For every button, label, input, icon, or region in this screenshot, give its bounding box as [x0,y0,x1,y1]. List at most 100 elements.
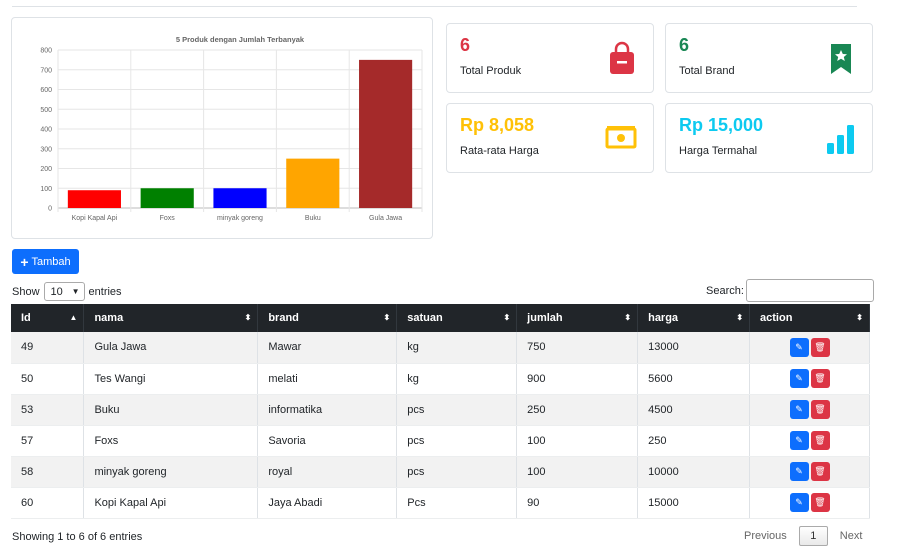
entries-label: entries [88,285,122,298]
table-cell-satuan: pcs [396,425,518,457]
table-cell-jumlah: 100 [516,425,639,457]
table-cell-satuan: pcs [396,394,518,426]
next-button[interactable]: Next [840,530,863,542]
edit-button[interactable]: ✎ [789,400,809,419]
table-header-row: Id ▲ nama ⬍ brand ⬍ satuan ⬍ jumlah ⬍ harga ⬍ … [11,304,870,332]
y-tick-label: 600 [40,87,52,94]
edit-button[interactable]: ✎ [789,369,809,388]
y-tick-label: 300 [40,146,52,153]
edit-icon: ✎ [795,435,803,445]
sort-icon: ⬍ [383,313,391,322]
table-cell-brand: royal [257,456,398,488]
column-header-label: nama [94,312,124,324]
column-header-action[interactable]: action ⬍ [749,304,870,332]
table-cell-action: ✎ 🗑 [749,394,870,426]
table-cell-Id: 49 [11,332,85,364]
search-label: Search: [706,284,744,297]
table-cell-satuan: kg [396,363,518,395]
table-row: 57 Foxs Savoria pcs 100 250 ✎ 🗑 [11,425,870,457]
search-control: Search: [706,279,874,302]
column-header-jumlah[interactable]: jumlah ⬍ [516,304,639,332]
table-cell-nama: Foxs [83,425,259,457]
delete-button[interactable]: 🗑 [810,369,830,388]
delete-button[interactable]: 🗑 [810,400,830,419]
stat-value: 6 [460,35,471,55]
table-cell-jumlah: 750 [516,332,639,364]
table-cell-action: ✎ 🗑 [749,487,870,519]
products-table: Id ▲ nama ⬍ brand ⬍ satuan ⬍ jumlah ⬍ harga ⬍ … [11,304,870,519]
delete-button[interactable]: 🗑 [810,493,830,512]
pagination: Previous 1 Next [744,526,862,546]
table-info: Showing 1 to 6 of 6 entries [12,531,143,543]
edit-button[interactable]: ✎ [789,493,809,512]
delete-button[interactable]: 🗑 [810,431,830,450]
delete-button[interactable]: 🗑 [810,462,830,481]
column-header-label: brand [268,312,299,324]
entries-select[interactable]: 10 ▼ [43,282,85,301]
table-cell-harga: 10000 [637,456,751,488]
show-label: Show [12,285,40,298]
plus-icon: + [20,253,29,270]
table-cell-action: ✎ 🗑 [749,456,870,488]
chevron-down-icon: ▼ [71,287,80,296]
bar-chart-icon [827,125,854,154]
stat-card-rata-rata-harga: Rp 8,058 Rata-rata Harga [446,103,654,173]
delete-button[interactable]: 🗑 [810,337,830,357]
y-tick-label: 800 [40,48,52,55]
y-tick-label: 500 [40,107,52,114]
bar-buku [286,158,340,208]
table-cell-jumlah: 900 [516,363,639,395]
edit-icon: ✎ [795,341,803,352]
shopping-bag-icon [610,41,634,74]
table-row: 53 Buku informatika pcs 250 4500 ✎ 🗑 [11,394,870,426]
column-header-harga[interactable]: harga ⬍ [637,304,751,332]
trash-icon: 🗑 [814,373,826,383]
table-cell-harga: 250 [637,425,751,457]
trash-icon: 🗑 [814,466,826,476]
table-cell-nama: Kopi Kapal Api [83,487,259,519]
chart-title: 5 Produk dengan Jumlah Terbanyak [176,35,305,44]
table-cell-brand: Savoria [257,425,398,457]
column-header-brand[interactable]: brand ⬍ [257,304,398,332]
previous-button[interactable]: Previous [744,530,787,542]
x-tick-label: minyak goreng [217,215,263,222]
stat-value: Rp 8,058 [460,115,535,135]
bar-foxs [140,188,194,208]
x-tick-label: Buku [305,215,321,222]
table-cell-brand: Mawar [257,332,398,364]
column-header-id[interactable]: Id ▲ [11,304,85,332]
column-header-label: Id [21,312,31,324]
edit-button[interactable]: ✎ [789,431,809,450]
stat-label: Harga Termahal [679,145,758,157]
page-button-1[interactable]: 1 [798,526,828,546]
table-cell-jumlah: 90 [516,487,639,519]
table-cell-nama: Tes Wangi [83,363,259,395]
trash-icon: 🗑 [814,404,826,414]
column-header-label: harga [648,312,679,324]
y-tick-label: 0 [48,206,52,213]
table-cell-Id: 50 [11,363,85,395]
sort-icon: ⬍ [244,313,252,322]
table-cell-harga: 5600 [637,363,751,395]
column-header-satuan[interactable]: satuan ⬍ [396,304,518,332]
table-cell-brand: melati [257,363,398,395]
table-cell-Id: 60 [11,487,85,519]
bookmark-star-icon [831,44,851,74]
edit-button[interactable]: ✎ [789,337,809,357]
chart-card: 5 Produk dengan Jumlah Terbanyak 0 100 200 3… [11,17,433,239]
column-header-nama[interactable]: nama ⬍ [83,304,259,332]
table-cell-satuan: pcs [396,456,518,488]
column-header-label: satuan [407,312,443,324]
table-row: 58 minyak goreng royal pcs 100 10000 ✎ 🗑 [11,456,870,488]
y-tick-label: 200 [40,166,52,173]
x-tick-label: Foxs [160,215,176,222]
bar-gula-jawa [359,59,413,208]
edit-button[interactable]: ✎ [789,462,809,481]
y-tick-label: 400 [40,127,52,134]
table-cell-harga: 4500 [637,394,751,426]
add-button[interactable]: + Tambah [12,249,79,274]
search-input[interactable] [745,279,874,302]
bar-chart: 5 Produk dengan Jumlah Terbanyak 0 100 200 3… [40,35,423,222]
table-cell-action: ✎ 🗑 [749,332,870,364]
bar-kopi-kapal-api [67,190,121,208]
